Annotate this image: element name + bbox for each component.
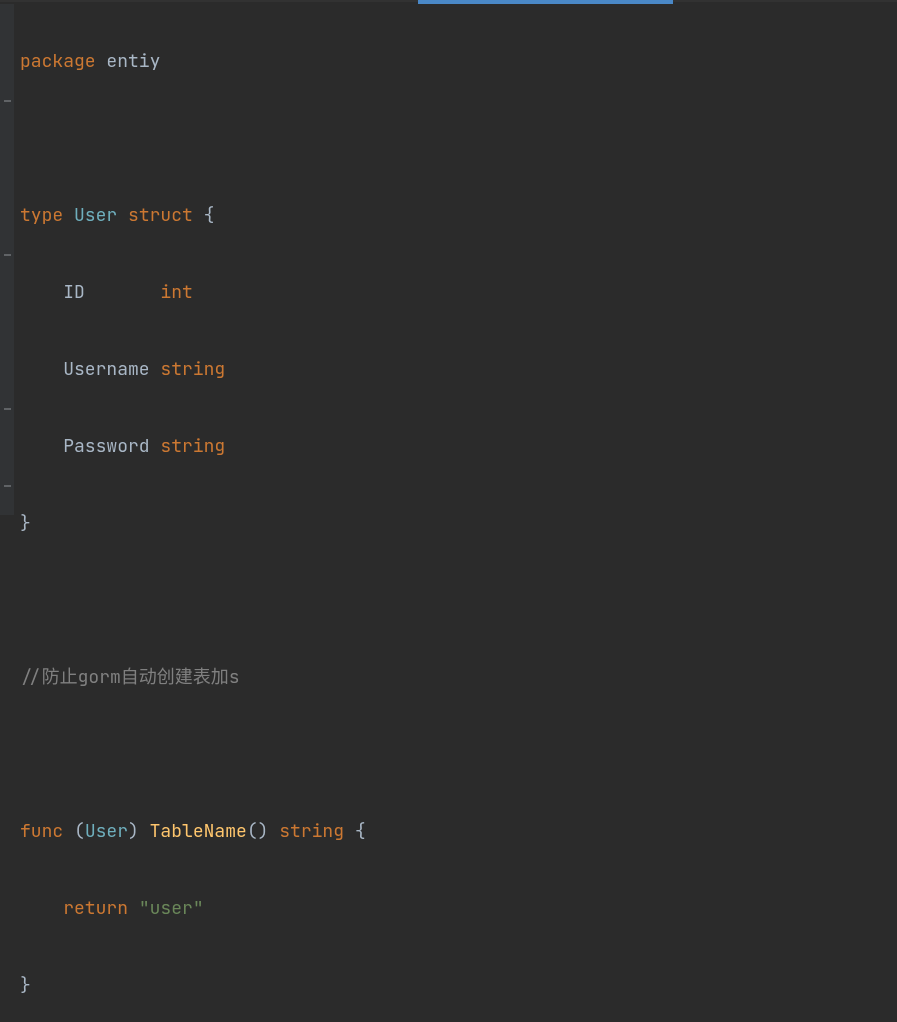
indent [20,897,63,920]
gutter [0,4,14,515]
paren: ( [63,820,85,843]
identifier: entiy [96,50,161,73]
field-name: ID [63,281,160,304]
code-line: func (User) TableName() string { [20,813,897,852]
code-line: type User struct { [20,197,897,236]
code-line: Username string [20,351,897,390]
paren: ) [128,820,150,843]
parens: () [247,820,269,843]
keyword: struct [128,204,193,227]
type-keyword: int [160,281,192,304]
code-line: //防止gorm自动创建表加s [20,659,897,698]
code-line: Password string [20,428,897,467]
code-line: package entiy [20,43,897,82]
comment: //防止gorm自动创建表加s [20,666,240,689]
field-name: Password [63,435,160,458]
space [128,897,139,920]
code-line: } [20,967,897,1006]
keyword: package [20,50,96,73]
type-keyword: string [268,820,354,843]
code-editor[interactable]: package entiy type User struct { ID int … [14,4,897,1022]
fold-marker-icon[interactable] [4,485,11,487]
type-name: User [63,204,128,227]
type-keyword: string [160,435,225,458]
code-line: return "user" [20,890,897,929]
code-line [20,736,897,775]
brace: } [20,512,31,535]
type-keyword: string [160,358,225,381]
string-literal: "user" [139,897,204,920]
keyword: type [20,204,63,227]
type-name: User [85,820,128,843]
code-line: ID int [20,274,897,313]
code-line [20,120,897,159]
code-line [20,582,897,621]
function-name: TableName [150,820,247,843]
fold-marker-icon[interactable] [4,254,11,256]
indent [20,358,63,381]
keyword: return [63,897,128,920]
brace: { [355,820,366,843]
field-name: Username [63,358,160,381]
indent [20,435,63,458]
indent [20,281,63,304]
code-line: } [20,505,897,544]
fold-marker-icon[interactable] [4,408,11,410]
brace: { [193,204,215,227]
keyword: func [20,820,63,843]
fold-marker-icon[interactable] [4,100,11,102]
brace: } [20,974,31,997]
